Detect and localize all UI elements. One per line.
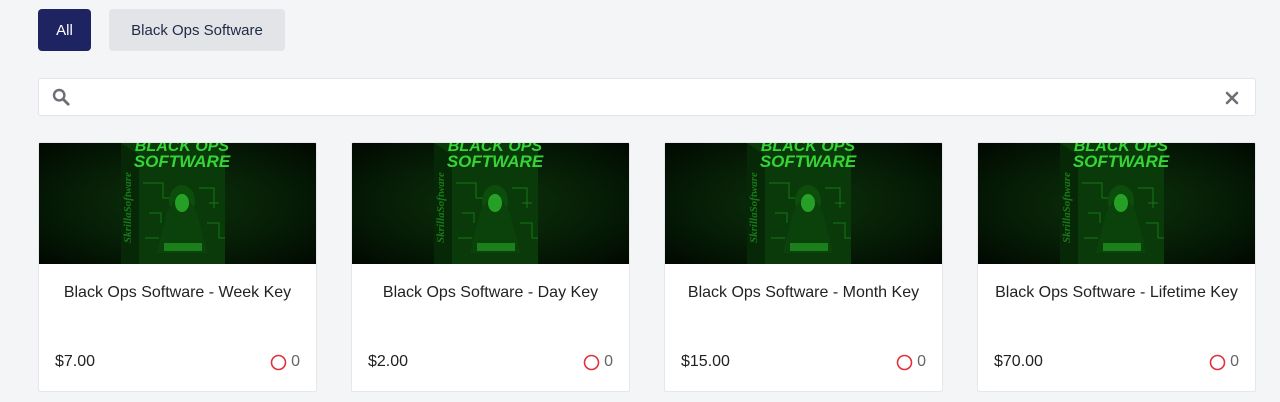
svg-text:SOFTWARE: SOFTWARE [447,152,544,171]
filter-black-ops-software-button[interactable]: Black Ops Software [109,9,285,51]
product-title[interactable]: Black Ops Software - Month Key [665,284,942,302]
product-price: $15.00 [681,353,730,370]
like-counter[interactable]: 0 [583,353,613,371]
svg-text:SkrillaSoftware: SkrillaSoftware [122,172,134,243]
heart-outline-icon[interactable] [1209,354,1226,371]
heart-outline-icon[interactable] [583,354,600,371]
svg-text:SOFTWARE: SOFTWARE [1073,152,1170,171]
category-filters: All Black Ops Software [38,9,285,51]
like-counter[interactable]: 0 [270,353,300,371]
product-card[interactable]: SkrillaSoftware BLACK OPS SOFTWARE Black… [38,142,317,392]
product-card[interactable]: SkrillaSoftware BLACK OPS SOFTWARE Black… [351,142,630,392]
close-icon[interactable] [1225,91,1239,105]
like-count: 0 [291,353,300,370]
like-count: 0 [604,353,613,370]
svg-text:SOFTWARE: SOFTWARE [134,152,231,171]
like-count: 0 [917,353,926,370]
like-count: 0 [1230,353,1239,370]
product-image: SkrillaSoftware BLACK OPS SOFTWARE [39,143,316,264]
product-card[interactable]: SkrillaSoftware BLACK OPS SOFTWARE Black… [664,142,943,392]
product-image: SkrillaSoftware BLACK OPS SOFTWARE [352,143,629,264]
product-card[interactable]: SkrillaSoftware BLACK OPS SOFTWARE Black… [977,142,1256,392]
heart-outline-icon[interactable] [270,354,287,371]
product-price: $70.00 [994,353,1043,370]
search-icon [52,88,70,106]
product-title[interactable]: Black Ops Software - Week Key [39,284,316,302]
product-price: $2.00 [368,353,409,370]
svg-text:SkrillaSoftware: SkrillaSoftware [1061,172,1073,243]
product-title[interactable]: Black Ops Software - Day Key [352,284,629,302]
search-bar [38,78,1256,116]
heart-outline-icon[interactable] [896,354,913,371]
search-input[interactable] [83,83,1243,111]
like-counter[interactable]: 0 [896,353,926,371]
svg-text:SkrillaSoftware: SkrillaSoftware [435,172,447,243]
svg-text:SkrillaSoftware: SkrillaSoftware [748,172,760,243]
product-image: SkrillaSoftware BLACK OPS SOFTWARE [665,143,942,264]
filter-all-button[interactable]: All [38,9,91,51]
product-price: $7.00 [55,353,96,370]
product-image: SkrillaSoftware BLACK OPS SOFTWARE [978,143,1255,264]
like-counter[interactable]: 0 [1209,353,1239,371]
product-grid: SkrillaSoftware BLACK OPS SOFTWARE Black… [38,142,1256,392]
svg-text:SOFTWARE: SOFTWARE [760,152,857,171]
product-title[interactable]: Black Ops Software - Lifetime Key [978,284,1255,302]
